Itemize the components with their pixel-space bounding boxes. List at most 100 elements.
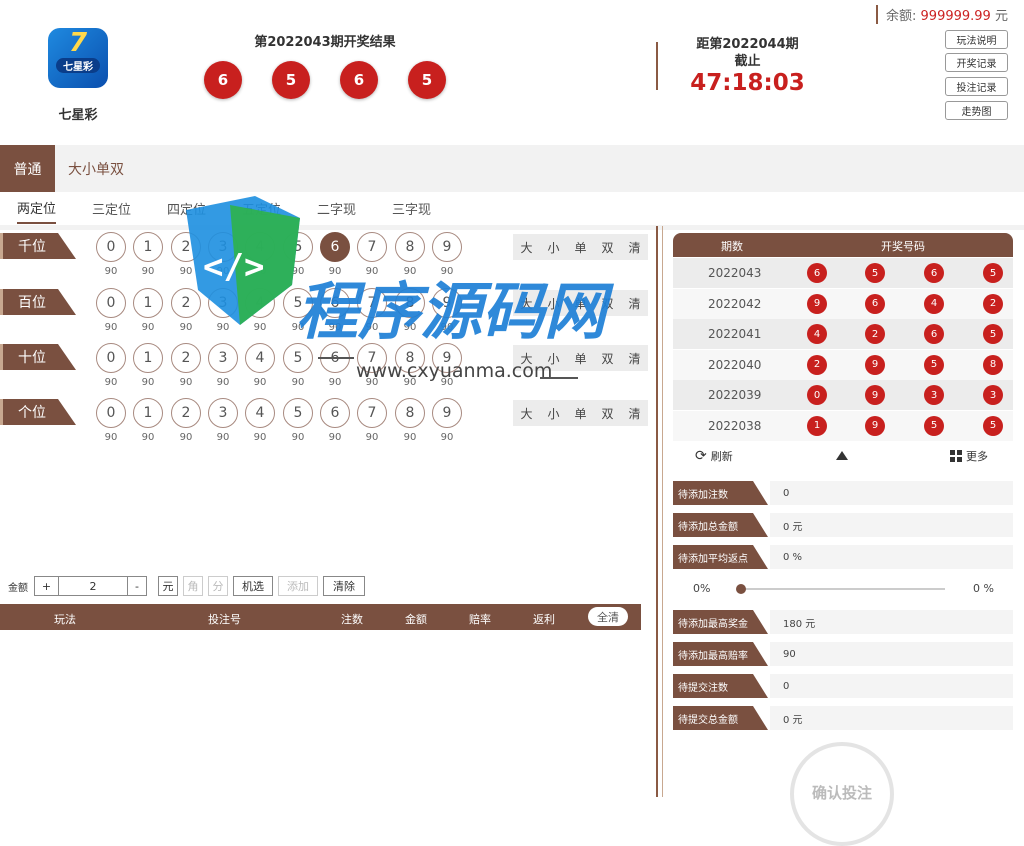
number-ball-7[interactable]: 7 (357, 232, 387, 262)
number-ball-7[interactable]: 7 (357, 288, 387, 318)
tab-big-small-odd-even[interactable]: 大小单双 (68, 145, 124, 192)
refresh-icon: ⟳ (695, 448, 707, 464)
tab-two-position[interactable]: 两定位 (17, 192, 57, 224)
collapse-up-icon[interactable] (836, 451, 848, 460)
number-ball-4[interactable]: 4 (245, 343, 275, 373)
unit-yuan-button[interactable]: 元 (158, 576, 178, 596)
history-ball: 3 (983, 385, 1003, 405)
rebate-slider-handle[interactable] (736, 584, 746, 594)
number-ball-6[interactable]: 6 (320, 232, 350, 262)
number-ball-9[interactable]: 9 (432, 232, 462, 262)
random-pick-button[interactable]: 机选 (233, 576, 273, 596)
quick-pick-odd[interactable]: 单 (574, 405, 586, 422)
bet-history-button[interactable]: 投注记录 (945, 77, 1008, 96)
number-ball-5[interactable]: 5 (283, 398, 313, 428)
odds-label: 90 (328, 322, 342, 333)
result-ball: 5 (408, 61, 446, 99)
number-ball-1[interactable]: 1 (133, 343, 163, 373)
number-ball-1[interactable]: 1 (133, 288, 163, 318)
quick-pick-small[interactable]: 小 (547, 239, 559, 256)
quick-pick-big[interactable]: 大 (520, 295, 532, 312)
confirm-bet-button[interactable]: 确认投注 (790, 742, 894, 846)
quick-pick-big[interactable]: 大 (520, 239, 532, 256)
quick-pick-even[interactable]: 双 (601, 405, 613, 422)
draw-history-button[interactable]: 开奖记录 (945, 53, 1008, 72)
quick-pick-odd[interactable]: 单 (574, 239, 586, 256)
number-ball-8[interactable]: 8 (395, 288, 425, 318)
number-ball-6[interactable]: 6 (320, 343, 350, 373)
rebate-slider-track[interactable] (741, 588, 945, 590)
number-ball-9[interactable]: 9 (432, 343, 462, 373)
amount-minus-button[interactable]: - (127, 576, 147, 596)
number-ball-5[interactable]: 5 (283, 343, 313, 373)
quick-pick-odd[interactable]: 单 (574, 350, 586, 367)
number-ball-2[interactable]: 2 (171, 288, 201, 318)
number-ball-0[interactable]: 0 (96, 288, 126, 318)
quick-pick-clear[interactable]: 清 (628, 405, 640, 422)
quick-pick-clear[interactable]: 清 (628, 239, 640, 256)
number-ball-7[interactable]: 7 (357, 398, 387, 428)
number-ball-2[interactable]: 2 (171, 343, 201, 373)
quick-pick-even[interactable]: 双 (601, 239, 613, 256)
refresh-button[interactable]: ⟳ 刷新 (695, 448, 733, 464)
number-ball-3[interactable]: 3 (208, 288, 238, 318)
number-ball-0[interactable]: 0 (96, 398, 126, 428)
number-ball-7[interactable]: 7 (357, 343, 387, 373)
trend-chart-button[interactable]: 走势图 (945, 101, 1008, 120)
add-bet-button[interactable]: 添加 (278, 576, 318, 596)
number-ball-5[interactable]: 5 (283, 232, 313, 262)
tab-three-digit-show[interactable]: 三字现 (392, 192, 431, 224)
odds-label: 90 (291, 432, 305, 443)
tab-five-position[interactable]: 五定位 (242, 192, 281, 224)
history-issue: 2022041 (708, 327, 762, 341)
quick-pick-small[interactable]: 小 (547, 295, 559, 312)
quick-pick-clear[interactable]: 清 (628, 295, 640, 312)
number-ball-8[interactable]: 8 (395, 398, 425, 428)
quick-pick-clear[interactable]: 清 (628, 350, 640, 367)
rules-button[interactable]: 玩法说明 (945, 30, 1008, 49)
number-ball-6[interactable]: 6 (320, 398, 350, 428)
number-ball-2[interactable]: 2 (171, 232, 201, 262)
number-ball-2[interactable]: 2 (171, 398, 201, 428)
more-button[interactable]: 更多 (950, 448, 988, 464)
number-ball-9[interactable]: 9 (432, 288, 462, 318)
tab-two-digit-show[interactable]: 二字现 (317, 192, 356, 224)
unit-fen-button[interactable]: 分 (208, 576, 228, 596)
tab-four-position[interactable]: 四定位 (167, 192, 206, 224)
submit-total-amount-value: 0 元 (770, 706, 1013, 730)
quick-pick-small[interactable]: 小 (547, 405, 559, 422)
tab-normal[interactable]: 普通 (0, 145, 55, 192)
odds-label: 90 (141, 266, 155, 277)
quick-pick-big[interactable]: 大 (520, 350, 532, 367)
clear-all-button[interactable]: 全清 (588, 607, 628, 626)
quick-pick-odd[interactable]: 单 (574, 295, 586, 312)
history-ball: 9 (865, 385, 885, 405)
number-ball-4[interactable]: 4 (245, 232, 275, 262)
number-ball-1[interactable]: 1 (133, 398, 163, 428)
amount-input[interactable]: 2 (59, 576, 127, 596)
number-ball-0[interactable]: 0 (96, 232, 126, 262)
quick-pick-even[interactable]: 双 (601, 350, 613, 367)
quick-pick-even[interactable]: 双 (601, 295, 613, 312)
number-ball-4[interactable]: 4 (245, 398, 275, 428)
number-ball-4[interactable]: 4 (245, 288, 275, 318)
quick-pick-big[interactable]: 大 (520, 405, 532, 422)
number-ball-8[interactable]: 8 (395, 343, 425, 373)
history-ball: 9 (865, 354, 885, 375)
odds-label: 90 (253, 432, 267, 443)
number-ball-0[interactable]: 0 (96, 343, 126, 373)
number-ball-1[interactable]: 1 (133, 232, 163, 262)
tab-three-position[interactable]: 三定位 (92, 192, 131, 224)
odds-label: 90 (179, 432, 193, 443)
number-ball-6[interactable]: 6 (320, 288, 350, 318)
number-ball-5[interactable]: 5 (283, 288, 313, 318)
amount-plus-button[interactable]: + (34, 576, 59, 596)
quick-pick-small[interactable]: 小 (547, 350, 559, 367)
unit-jiao-button[interactable]: 角 (183, 576, 203, 596)
number-ball-8[interactable]: 8 (395, 232, 425, 262)
clear-button[interactable]: 清除 (323, 576, 365, 596)
number-ball-3[interactable]: 3 (208, 232, 238, 262)
number-ball-3[interactable]: 3 (208, 398, 238, 428)
number-ball-9[interactable]: 9 (432, 398, 462, 428)
number-ball-3[interactable]: 3 (208, 343, 238, 373)
